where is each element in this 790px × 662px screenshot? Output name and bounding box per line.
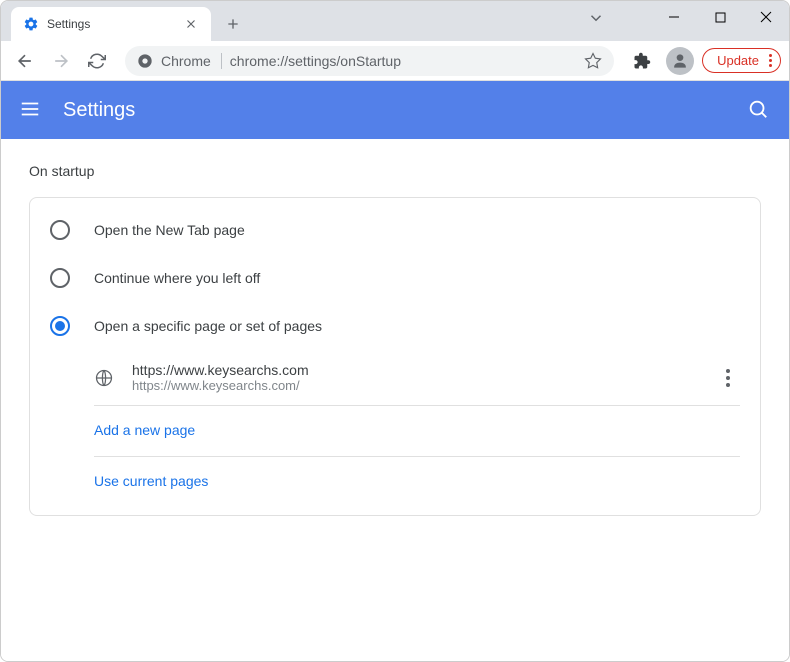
update-label: Update [717, 53, 759, 68]
option-specific-pages[interactable]: Open a specific page or set of pages [30, 302, 760, 350]
update-button[interactable]: Update [702, 48, 781, 73]
close-tab-icon[interactable] [183, 16, 199, 32]
radio-icon [50, 268, 70, 288]
tab-search-icon[interactable] [587, 9, 605, 27]
settings-content: On startup Open the New Tab page Continu… [1, 139, 789, 661]
page-entry-url: https://www.keysearchs.com/ [132, 378, 716, 393]
omnibox-label: Chrome [161, 53, 222, 69]
minimize-button[interactable] [651, 1, 697, 33]
browser-toolbar: Chrome chrome://settings/onStartup Updat… [1, 41, 789, 81]
omnibox-url: chrome://settings/onStartup [230, 53, 576, 69]
back-button[interactable] [9, 45, 41, 77]
page-entry-title: https://www.keysearchs.com [132, 362, 716, 378]
radio-icon [50, 220, 70, 240]
page-title: Settings [63, 99, 747, 122]
option-new-tab[interactable]: Open the New Tab page [30, 206, 760, 254]
title-bar: Settings [1, 1, 789, 41]
option-continue[interactable]: Continue where you left off [30, 254, 760, 302]
option-label: Continue where you left off [94, 270, 260, 286]
extensions-icon[interactable] [626, 45, 658, 77]
option-label: Open a specific page or set of pages [94, 318, 322, 334]
hamburger-menu-icon[interactable] [19, 98, 43, 122]
address-bar[interactable]: Chrome chrome://settings/onStartup [125, 46, 614, 76]
section-title: On startup [29, 163, 761, 179]
forward-button[interactable] [45, 45, 77, 77]
maximize-button[interactable] [697, 1, 743, 33]
new-tab-button[interactable] [219, 10, 247, 38]
settings-gear-icon [23, 16, 39, 32]
close-window-button[interactable] [743, 1, 789, 33]
tab-title: Settings [47, 17, 183, 31]
add-page-link[interactable]: Add a new page [94, 422, 195, 438]
search-icon[interactable] [747, 98, 771, 122]
chrome-icon [137, 53, 153, 69]
settings-header: Settings [1, 81, 789, 139]
more-options-icon[interactable] [716, 369, 740, 387]
use-current-pages-link[interactable]: Use current pages [94, 473, 208, 489]
startup-page-row: https://www.keysearchs.com https://www.k… [94, 350, 740, 406]
radio-checked-icon [50, 316, 70, 336]
browser-tab[interactable]: Settings [11, 7, 211, 41]
startup-options-card: Open the New Tab page Continue where you… [29, 197, 761, 516]
reload-button[interactable] [81, 45, 113, 77]
option-label: Open the New Tab page [94, 222, 245, 238]
profile-avatar[interactable] [666, 47, 694, 75]
menu-dots-icon [769, 54, 772, 67]
globe-icon [94, 368, 114, 388]
bookmark-star-icon[interactable] [584, 52, 602, 70]
